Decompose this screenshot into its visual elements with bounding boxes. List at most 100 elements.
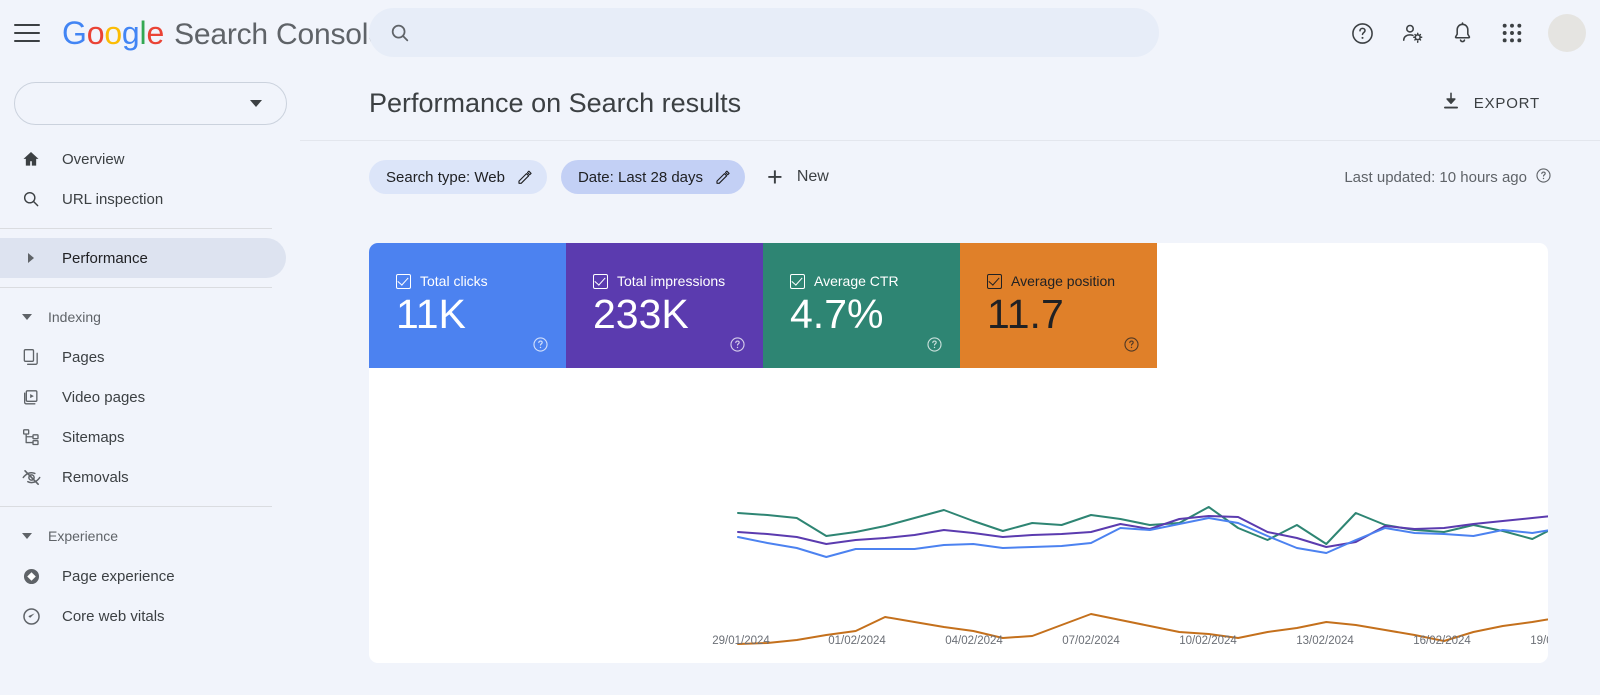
metric-checkbox[interactable]: [593, 273, 608, 289]
hamburger-menu-icon[interactable]: [14, 24, 40, 42]
apps-grid-icon[interactable]: [1490, 11, 1534, 55]
x-axis-tick-label: 07/02/2024: [1062, 635, 1120, 647]
search-icon: [389, 22, 411, 44]
download-icon: [1440, 90, 1462, 117]
performance-chart-card: Total clicks 11K Total impressions 233K Aver…: [369, 243, 1548, 663]
search-icon: [18, 189, 44, 209]
filter-chip-search-type[interactable]: Search type: Web: [369, 160, 547, 194]
help-icon[interactable]: [1340, 11, 1384, 55]
filter-chip-label: Search type: Web: [386, 168, 505, 186]
help-icon[interactable]: [1123, 336, 1140, 358]
sidebar-divider: [0, 506, 272, 507]
metric-label: Total impressions: [617, 273, 726, 289]
metric-card-average-position[interactable]: Average position 11.7: [960, 243, 1157, 368]
sidebar-divider: [0, 228, 272, 229]
sidebar-item-video-pages[interactable]: Video pages: [0, 377, 286, 417]
sidebar-group-label: Indexing: [48, 309, 101, 325]
pencil-icon[interactable]: [714, 169, 731, 186]
sidebar-nav: Overview URL inspection Performance Inde…: [0, 66, 300, 695]
metric-value: 11.7: [987, 291, 1064, 337]
brand-logo: Google Search Console: [62, 15, 385, 52]
help-icon[interactable]: [926, 336, 943, 358]
chevron-down-icon: [250, 100, 262, 107]
sidebar-item-core-web-vitals[interactable]: Core web vitals: [0, 596, 286, 636]
x-axis-tick-label: 10/02/2024: [1179, 635, 1237, 647]
top-app-bar: Google Search Console: [0, 0, 1600, 66]
metric-header: Average position: [987, 273, 1157, 289]
page-title: Performance on Search results: [369, 87, 742, 118]
home-icon: [18, 149, 44, 169]
sidebar-item-sitemaps[interactable]: Sitemaps: [0, 417, 286, 457]
user-settings-icon[interactable]: [1390, 11, 1434, 55]
sidebar-divider: [0, 287, 272, 288]
triangle-down-icon: [14, 314, 40, 320]
main-content: Performance on Search results EXPORT Sea…: [300, 66, 1600, 695]
help-icon[interactable]: [729, 336, 746, 358]
google-wordmark: Google: [62, 15, 164, 52]
x-axis-tick-label: 19/02/2024: [1530, 635, 1548, 647]
sidebar-group-experience[interactable]: Experience: [0, 516, 286, 556]
avatar[interactable]: [1548, 14, 1586, 52]
sitemaps-icon: [18, 427, 44, 447]
metric-value: 233K: [593, 291, 689, 337]
logo-letter: o: [104, 14, 122, 51]
metric-header: Average CTR: [790, 273, 960, 289]
logo-letter: o: [86, 14, 105, 51]
chart-series-total-clicks: [737, 517, 1548, 558]
help-icon[interactable]: [532, 336, 549, 358]
sidebar-item-label: Pages: [62, 348, 105, 366]
triangle-right-icon: [18, 253, 44, 263]
product-name: Search Console: [174, 17, 385, 51]
filter-chip-date[interactable]: Date: Last 28 days: [560, 160, 746, 194]
x-axis-tick-label: 16/02/2024: [1413, 635, 1471, 647]
video-pages-icon: [18, 387, 44, 407]
new-filter-button[interactable]: + New: [767, 161, 829, 192]
sidebar-item-label: Removals: [62, 468, 129, 486]
sidebar-item-url-inspection[interactable]: URL inspection: [0, 179, 286, 219]
metric-checkbox[interactable]: [790, 273, 805, 289]
export-button[interactable]: EXPORT: [1440, 90, 1540, 117]
chart-series-average-ctr: [737, 506, 1548, 545]
notifications-bell-icon[interactable]: [1440, 11, 1484, 55]
metric-header: Total impressions: [593, 273, 763, 289]
last-updated-text: Last updated: 10 hours ago: [1344, 168, 1527, 186]
logo-letter: g: [121, 14, 140, 51]
sidebar-item-label: Overview: [62, 150, 125, 168]
sidebar-group-indexing[interactable]: Indexing: [0, 297, 286, 337]
sidebar-item-page-experience[interactable]: Page experience: [0, 556, 286, 596]
metric-checkbox[interactable]: [396, 273, 411, 289]
metric-card-total-clicks[interactable]: Total clicks 11K: [369, 243, 566, 368]
search-console-app: Google Search Console Overview URL inspe…: [0, 0, 1600, 695]
plus-icon: +: [767, 161, 783, 192]
export-label: EXPORT: [1473, 94, 1540, 112]
metric-card-average-ctr[interactable]: Average CTR 4.7%: [763, 243, 960, 368]
property-selector[interactable]: [14, 82, 287, 125]
pages-icon: [18, 347, 44, 367]
x-axis-tick-label: 04/02/2024: [945, 635, 1003, 647]
logo-letter: e: [146, 14, 165, 51]
metric-checkbox[interactable]: [987, 273, 1002, 289]
search-input[interactable]: [425, 23, 1143, 42]
core-web-vitals-icon: [18, 606, 44, 627]
performance-line-chart: [737, 506, 1548, 645]
metric-value: 11K: [396, 291, 466, 337]
sidebar-item-pages[interactable]: Pages: [0, 337, 286, 377]
sidebar-item-overview[interactable]: Overview: [0, 139, 286, 179]
top-bar-actions: [1340, 0, 1588, 66]
metric-label: Average CTR: [814, 273, 899, 289]
sidebar-item-removals[interactable]: Removals: [0, 457, 286, 497]
global-search-box[interactable]: [369, 8, 1159, 57]
chart-area[interactable]: 29/01/2024 01/02/2024 04/02/2024 07/02/2024…: [369, 368, 1548, 663]
filter-chip-label: Date: Last 28 days: [577, 168, 704, 186]
sidebar-item-performance[interactable]: Performance: [0, 238, 286, 278]
sidebar-item-label: Performance: [62, 249, 148, 267]
sidebar-item-label: Page experience: [62, 567, 175, 585]
metric-card-total-impressions[interactable]: Total impressions 233K: [566, 243, 763, 368]
pencil-icon[interactable]: [516, 169, 533, 186]
page-experience-icon: [18, 566, 44, 587]
metric-value: 4.7%: [790, 291, 884, 337]
last-updated-status: Last updated: 10 hours ago: [1344, 167, 1552, 188]
sidebar-item-label: Sitemaps: [62, 428, 125, 446]
help-icon[interactable]: [1535, 167, 1552, 188]
sidebar-group-label: Experience: [48, 528, 119, 544]
